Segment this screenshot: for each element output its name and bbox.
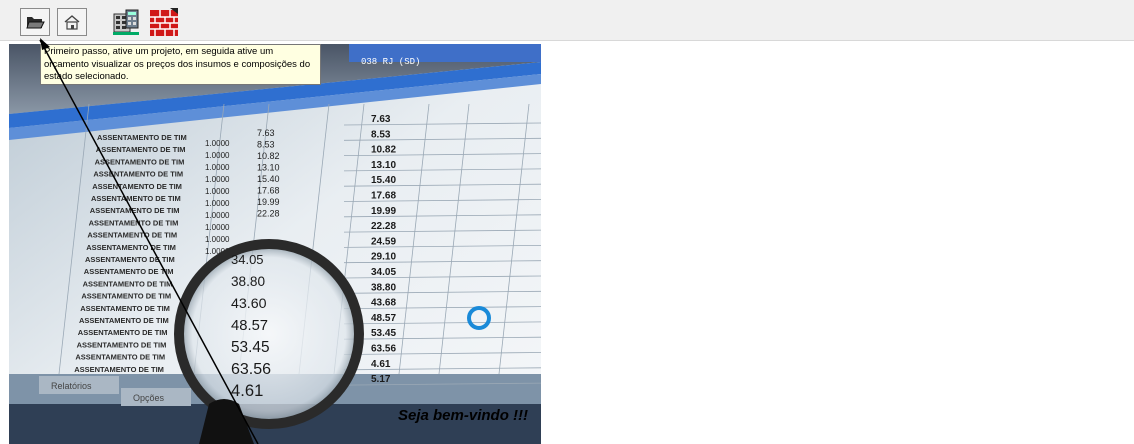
bg-right-value: 38.80 <box>371 282 396 293</box>
home-button[interactable] <box>57 8 87 36</box>
bg-factor-value: 1.0000 <box>205 163 230 172</box>
bg-row-label: ASSENTAMENTO DE TIM <box>85 255 175 264</box>
bg-row-label: ASSENTAMENTO DE TIM <box>80 304 170 313</box>
bg-row-label: ASSENTAMENTO DE TIM <box>81 292 171 301</box>
bg-row-label: ASSENTAMENTO DE TIM <box>96 145 186 154</box>
bg-row-label: ASSENTAMENTO DE TIM <box>84 267 174 276</box>
bg-mid-value: 7.63 <box>257 128 275 138</box>
open-folder-icon <box>26 17 45 29</box>
bg-row-label: ASSENTAMENTO DE TIM <box>89 218 179 227</box>
bg-mid-value: 8.53 <box>257 140 275 150</box>
bg-mid-value: 19.99 <box>257 197 280 207</box>
welcome-message: Seja bem-vindo !!! <box>398 407 529 424</box>
bg-right-value: 19.99 <box>371 206 396 217</box>
bg-right-value: 13.10 <box>371 160 396 171</box>
bg-row-label: ASSENTAMENTO DE TIM <box>86 243 176 252</box>
bg-row-label: ASSENTAMENTO DE TIM <box>83 279 173 288</box>
compositions-button[interactable] <box>148 6 180 38</box>
spreadsheet-photo-graphic: 7.638.5310.8213.1015.4017.6819.9922.2824… <box>9 44 541 444</box>
brick-wall-icon <box>150 8 178 36</box>
bg-mid-value: 17.68 <box>257 186 280 196</box>
bg-factor-value: 1.0000 <box>205 139 230 148</box>
bg-right-value: 24.59 <box>371 236 396 247</box>
magnifier-lens <box>174 239 364 429</box>
calculator-building-icon <box>113 9 139 35</box>
bg-mid-value: 10.82 <box>257 151 280 161</box>
bg-row-label: ASSENTAMENTO DE TIM <box>75 353 165 362</box>
bg-row-label: ASSENTAMENTO DE TIM <box>91 194 181 203</box>
bg-magnified-value: 63.56 <box>231 361 271 378</box>
bg-factor-value: 1.0000 <box>205 235 230 244</box>
bg-header-text: 038 RJ (SD) <box>361 57 420 67</box>
bg-row-label: ASSENTAMENTO DE TIM <box>90 206 180 215</box>
bg-magnified-value: 4.61 <box>231 381 263 400</box>
home-icon <box>64 15 80 30</box>
open-project-button[interactable] <box>20 8 50 36</box>
bg-right-value: 10.82 <box>371 145 396 156</box>
bg-magnified-value: 38.80 <box>231 274 265 289</box>
bg-right-value: 43.68 <box>371 298 396 309</box>
bg-magnified-value: 53.45 <box>231 339 270 356</box>
bg-magnified-value: 43.60 <box>231 296 267 312</box>
budget-calculator-button[interactable] <box>110 6 142 38</box>
bg-factor-value: 1.0000 <box>205 223 230 232</box>
bg-right-value: 7.63 <box>371 114 391 125</box>
bg-right-value: 8.53 <box>371 129 391 140</box>
bg-row-label: ASSENTAMENTO DE TIM <box>97 133 187 142</box>
bg-right-value: 48.57 <box>371 313 396 324</box>
bg-right-value: 34.05 <box>371 267 396 278</box>
welcome-photo: 7.63 8.53 10.82 13.10 15.40 17.68 19.99 22.28 24… <box>9 44 541 444</box>
bg-factor-value: 1.0000 <box>205 187 230 196</box>
bg-right-value: 5.17 <box>371 374 391 385</box>
bg-row-label: ASSENTAMENTO DE TIM <box>78 328 168 337</box>
bg-row-label: ASSENTAMENTO DE TIM <box>74 365 164 374</box>
bg-magnified-value: 34.05 <box>231 252 264 267</box>
bg-row-label: ASSENTAMENTO DE TIM <box>79 316 169 325</box>
bg-factor-value: 1.0000 <box>205 175 230 184</box>
bg-row-label: ASSENTAMENTO DE TIM <box>93 170 183 179</box>
bg-factor-value: 1.0000 <box>205 211 230 220</box>
bg-right-value: 17.68 <box>371 191 396 202</box>
bg-right-value: 4.61 <box>371 359 391 370</box>
bg-mid-value: 13.10 <box>257 163 280 173</box>
bg-magnified-value: 48.57 <box>231 318 268 334</box>
toolbar <box>0 0 1134 41</box>
hint-tooltip: Primeiro passo, ative um projeto, em seg… <box>40 44 321 85</box>
bg-row-label: ASSENTAMENTO DE TIM <box>87 231 177 240</box>
bg-right-value: 22.28 <box>371 221 396 232</box>
loading-spinner-icon <box>467 306 491 330</box>
bg-mid-value: 22.28 <box>257 209 280 219</box>
bg-row-label: ASSENTAMENTO DE TIM <box>92 182 182 191</box>
bg-mid-value: 15.40 <box>257 174 280 184</box>
bg-right-value: 63.56 <box>371 344 396 355</box>
tooltip-text: Primeiro passo, ative um projeto, em seg… <box>44 46 311 82</box>
bg-relatorios-label: Relatórios <box>51 381 92 391</box>
bg-right-value: 15.40 <box>371 175 396 186</box>
bg-right-value: 29.10 <box>371 252 396 263</box>
bg-right-value: 53.45 <box>371 328 396 339</box>
bg-factor-value: 1.0000 <box>205 151 230 160</box>
bg-row-label: ASSENTAMENTO DE TIM <box>95 157 185 166</box>
bg-factor-value: 1.0000 <box>205 199 230 208</box>
bg-opcoes-label: Opções <box>133 393 165 403</box>
bg-row-label: ASSENTAMENTO DE TIM <box>77 340 167 349</box>
